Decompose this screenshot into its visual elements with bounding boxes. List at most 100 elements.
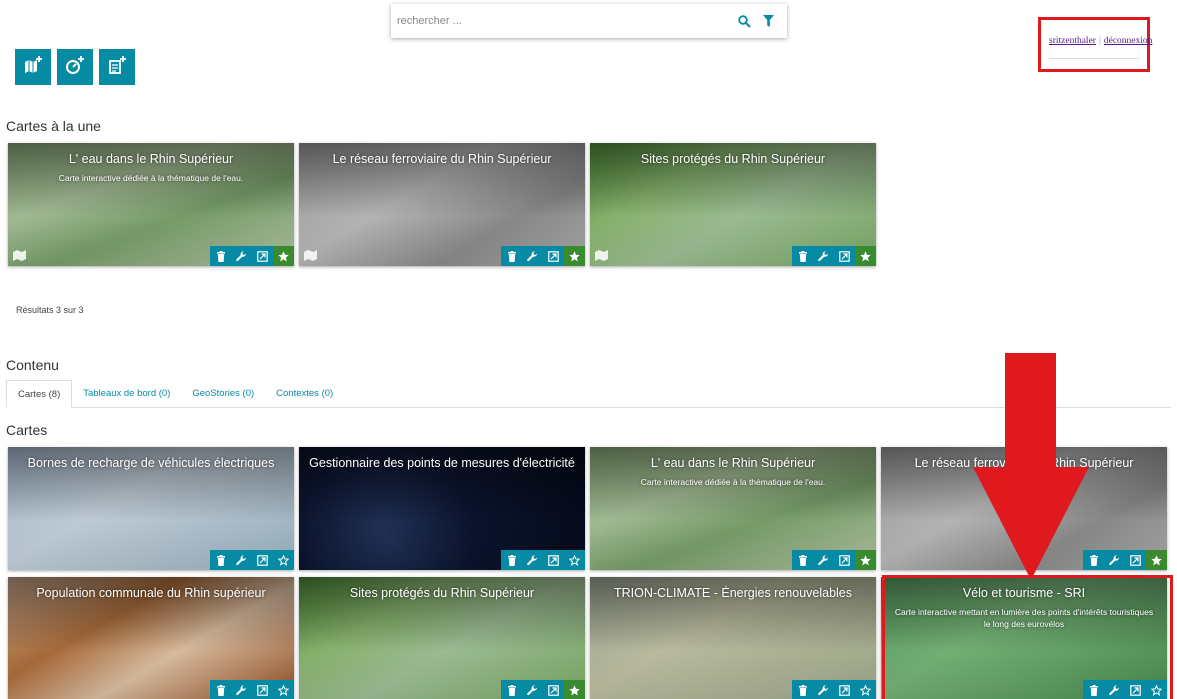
delete-icon <box>507 250 517 262</box>
edit-button[interactable] <box>231 680 252 699</box>
share-button[interactable] <box>252 246 273 266</box>
delete-button[interactable] <box>501 680 522 699</box>
delete-icon <box>798 684 808 696</box>
edit-icon <box>527 554 538 566</box>
map-card-sites-proteges-du-rhin-superieur[interactable]: Sites protégés du Rhin Supérieur <box>299 577 585 699</box>
share-button[interactable] <box>543 680 564 699</box>
tab-contextes[interactable]: Contextes (0) <box>265 380 344 408</box>
map-card-velo-et-tourisme-sri[interactable]: Vélo et tourisme - SRI Carte interactive … <box>881 577 1167 699</box>
edit-button[interactable] <box>1104 550 1125 570</box>
star-icon <box>278 684 289 696</box>
favorite-button[interactable] <box>855 680 876 699</box>
share-button[interactable] <box>1125 550 1146 570</box>
edit-button[interactable] <box>813 246 834 266</box>
map-card-sites-proteges-du-rhin-superieur[interactable]: Sites protégés du Rhin Supérieur <box>590 143 876 266</box>
tab-cartes[interactable]: Cartes (8) <box>6 380 73 408</box>
card-title[interactable]: Gestionnaire des points de mesures d'éle… <box>303 456 581 470</box>
share-button[interactable] <box>543 246 564 266</box>
filter-icon[interactable] <box>759 12 777 30</box>
username-link[interactable]: sritzenthaler <box>1049 36 1096 46</box>
card-title[interactable]: L' eau dans le Rhin Supérieur <box>594 456 872 470</box>
card-title[interactable]: Le réseau ferroviaire du Rhin Supérieur <box>303 152 581 166</box>
favorite-button[interactable] <box>273 246 294 266</box>
new-geostory-button[interactable] <box>99 49 135 85</box>
card-title[interactable]: Vélo et tourisme - SRI <box>885 586 1163 600</box>
delete-button[interactable] <box>210 550 231 570</box>
map-card-trion-climate-energies-renouvelables[interactable]: TRION-CLIMATE - Énergies renouvelables <box>590 577 876 699</box>
card-description: Carte interactive mettant en lumière des… <box>894 607 1154 629</box>
delete-icon <box>1089 684 1099 696</box>
share-button[interactable] <box>834 680 855 699</box>
card-title[interactable]: TRION-CLIMATE - Énergies renouvelables <box>594 586 872 600</box>
map-card-gestionnaire-des-points-de-mesures-d-electricite[interactable]: Gestionnaire des points de mesures d'éle… <box>299 447 585 570</box>
edit-icon <box>1109 684 1120 696</box>
favorite-button[interactable] <box>855 550 876 570</box>
share-button[interactable] <box>252 680 273 699</box>
card-actions <box>792 550 876 570</box>
delete-button[interactable] <box>501 550 522 570</box>
delete-icon <box>216 250 226 262</box>
edit-icon <box>236 250 247 262</box>
edit-button[interactable] <box>522 550 543 570</box>
favorite-button[interactable] <box>1146 680 1167 699</box>
card-title[interactable]: Sites protégés du Rhin Supérieur <box>303 586 581 600</box>
map-card-population-communale-du-rhin-superieur[interactable]: Population communale du Rhin supérieur <box>8 577 294 699</box>
map-card-l-eau-dans-le-rhin-superieur[interactable]: L' eau dans le Rhin Supérieur Carte inter… <box>590 447 876 570</box>
delete-button[interactable] <box>501 246 522 266</box>
favorite-button[interactable] <box>855 246 876 266</box>
card-title[interactable]: Bornes de recharge de véhicules électriq… <box>12 456 290 470</box>
card-title[interactable]: Population communale du Rhin supérieur <box>12 586 290 600</box>
edit-button[interactable] <box>1104 680 1125 699</box>
star-icon <box>278 250 289 262</box>
share-button[interactable] <box>834 246 855 266</box>
new-map-button[interactable] <box>15 49 51 85</box>
favorite-button[interactable] <box>564 550 585 570</box>
favorite-button[interactable] <box>564 680 585 699</box>
share-icon <box>839 250 850 262</box>
delete-button[interactable] <box>792 550 813 570</box>
edit-button[interactable] <box>813 680 834 699</box>
delete-button[interactable] <box>792 246 813 266</box>
tab-geostories[interactable]: GeoStories (0) <box>181 380 265 408</box>
share-button[interactable] <box>834 550 855 570</box>
star-icon <box>860 554 871 566</box>
share-button[interactable] <box>252 550 273 570</box>
edit-icon <box>818 554 829 566</box>
new-geostory-icon <box>106 54 128 81</box>
edit-icon <box>818 250 829 262</box>
share-icon <box>257 250 268 262</box>
favorite-button[interactable] <box>1146 550 1167 570</box>
favorite-button[interactable] <box>273 680 294 699</box>
map-card-l-eau-dans-le-rhin-superieur[interactable]: L' eau dans le Rhin Supérieur Carte inter… <box>8 143 294 266</box>
delete-button[interactable] <box>1083 680 1104 699</box>
edit-button[interactable] <box>231 246 252 266</box>
delete-button[interactable] <box>792 680 813 699</box>
card-actions <box>501 550 585 570</box>
edit-button[interactable] <box>231 550 252 570</box>
map-card-bornes-de-recharge-de-vehicules-electriques[interactable]: Bornes de recharge de véhicules électriq… <box>8 447 294 570</box>
edit-button[interactable] <box>522 246 543 266</box>
favorite-button[interactable] <box>564 246 585 266</box>
delete-button[interactable] <box>210 680 231 699</box>
delete-icon <box>798 554 808 566</box>
card-title[interactable]: Sites protégés du Rhin Supérieur <box>594 152 872 166</box>
edit-button[interactable] <box>813 550 834 570</box>
edit-icon <box>236 684 247 696</box>
tab-tableaux-de-bord[interactable]: Tableaux de bord (0) <box>72 380 181 408</box>
share-button[interactable] <box>1125 680 1146 699</box>
share-icon <box>839 684 850 696</box>
favorite-button[interactable] <box>273 550 294 570</box>
share-button[interactable] <box>543 550 564 570</box>
logout-link[interactable]: déconnexion <box>1104 36 1153 46</box>
new-dashboard-button[interactable] <box>57 49 93 85</box>
search-icon[interactable] <box>735 12 753 30</box>
featured-title: Cartes à la une <box>6 118 101 134</box>
delete-button[interactable] <box>210 246 231 266</box>
star-icon <box>278 554 289 566</box>
search-input[interactable] <box>397 15 729 27</box>
edit-button[interactable] <box>522 680 543 699</box>
card-actions <box>792 246 876 266</box>
share-icon <box>257 684 268 696</box>
map-card-le-reseau-ferroviaire-du-rhin-superieur[interactable]: Le réseau ferroviaire du Rhin Supérieur <box>299 143 585 266</box>
card-title[interactable]: L' eau dans le Rhin Supérieur <box>12 152 290 166</box>
